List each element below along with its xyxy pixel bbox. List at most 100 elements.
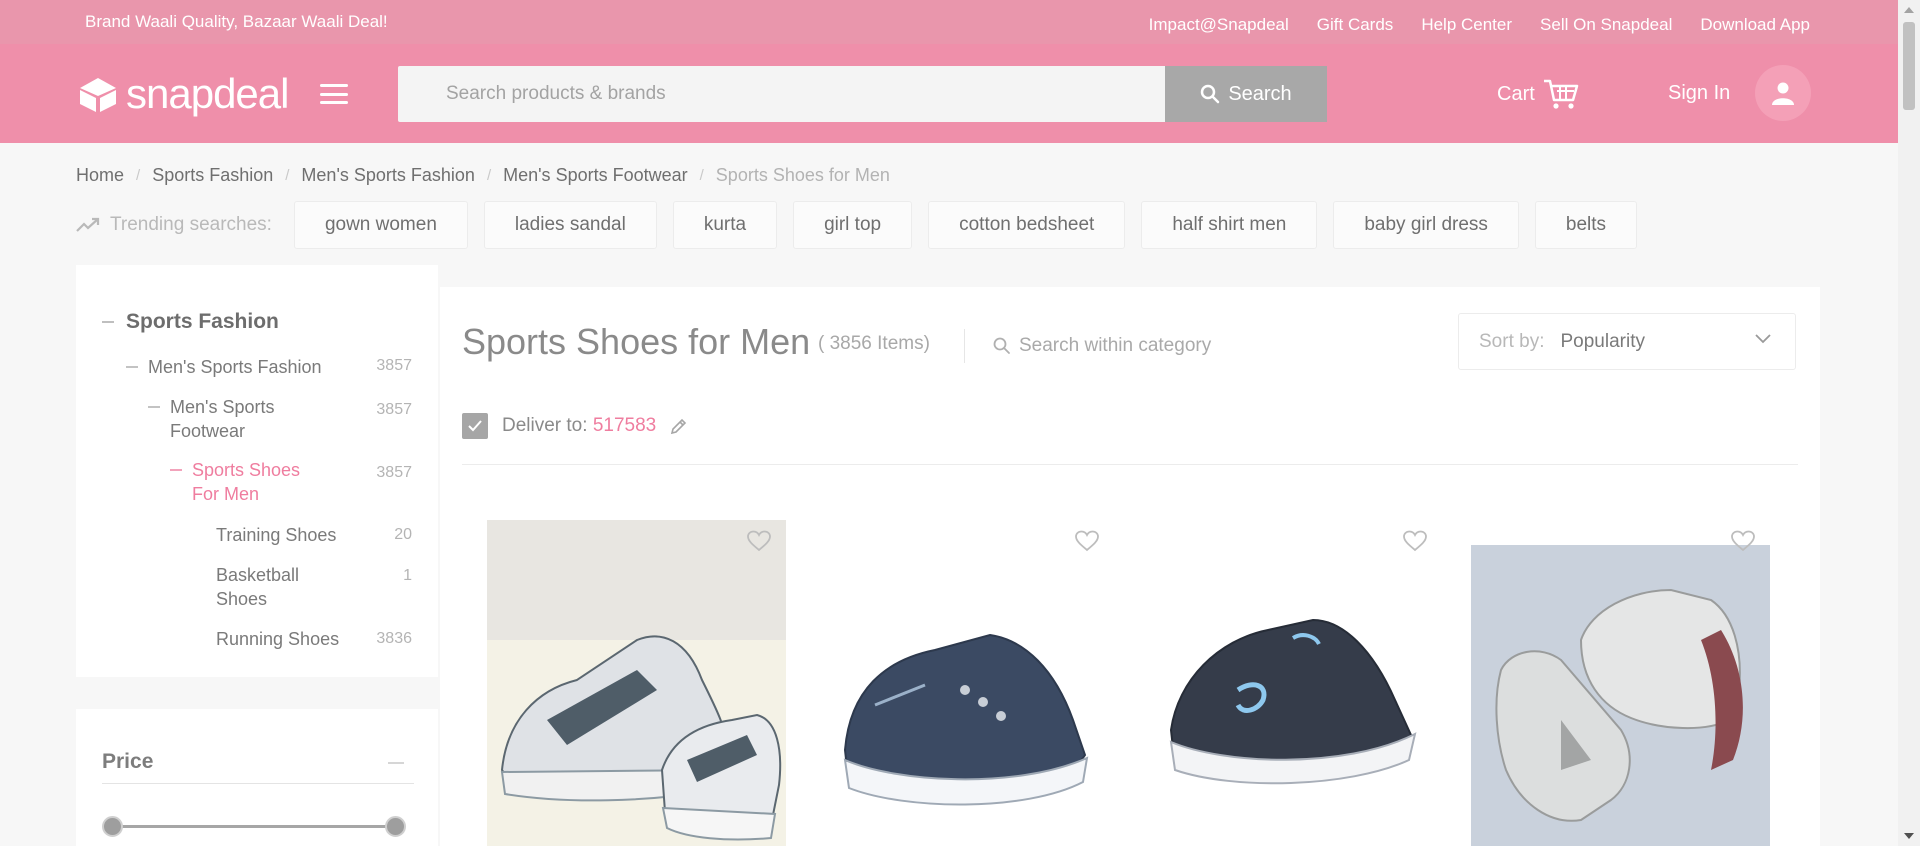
- trending-searches: Trending searches: gown women ladies san…: [76, 200, 1653, 250]
- divider: [462, 464, 1798, 465]
- breadcrumb-mens-sports-footwear[interactable]: Men's Sports Footwear: [503, 165, 688, 186]
- search-icon: [993, 337, 1010, 354]
- breadcrumb-current: Sports Shoes for Men: [715, 165, 890, 185]
- gift-cards-link[interactable]: Gift Cards: [1317, 15, 1394, 35]
- search-within-category[interactable]: Search within category: [993, 335, 1211, 357]
- help-center-link[interactable]: Help Center: [1421, 15, 1512, 35]
- trending-chip[interactable]: baby girl dress: [1333, 201, 1519, 249]
- search-icon: [1201, 84, 1220, 104]
- product-listing: Sports Shoes for Men ( 3856 Items) Searc…: [440, 287, 1820, 846]
- product-card[interactable]: [815, 520, 1114, 846]
- cart-icon: [1543, 79, 1579, 109]
- sort-value: Popularity: [1560, 330, 1645, 352]
- trending-chip[interactable]: girl top: [793, 201, 913, 249]
- check-icon: [468, 420, 482, 432]
- breadcrumb-separator: /: [285, 167, 290, 184]
- scroll-down-arrow-icon[interactable]: [1904, 833, 1914, 839]
- breadcrumb-separator: /: [486, 167, 492, 184]
- wishlist-heart-icon[interactable]: [1074, 530, 1100, 552]
- menu-icon[interactable]: [320, 84, 348, 104]
- search-button[interactable]: Search: [1165, 66, 1327, 122]
- product-card[interactable]: [487, 520, 786, 846]
- logo-text: snapdeal: [126, 70, 289, 117]
- trending-chip[interactable]: kurta: [672, 201, 778, 249]
- scrollbar-thumb[interactable]: [1903, 22, 1915, 110]
- breadcrumb-separator: /: [699, 167, 704, 184]
- product-image: [815, 520, 1114, 846]
- user-avatar[interactable]: [1755, 65, 1811, 121]
- logo[interactable]: snapdeal: [76, 70, 289, 117]
- product-image: [1143, 520, 1442, 846]
- filter-sidebar: Sports Fashion Men's Sports Fashion 3857…: [76, 265, 438, 846]
- impact-link[interactable]: Impact@Snapdeal: [1149, 15, 1289, 35]
- category-count: 20: [394, 526, 412, 543]
- category-running-shoes[interactable]: Running Shoes: [216, 627, 339, 651]
- price-slider-min-handle[interactable]: [102, 816, 123, 837]
- top-links: Impact@Snapdeal Gift Cards Help Center S…: [1149, 15, 1810, 35]
- divider: [964, 329, 965, 363]
- page-title: Sports Shoes for Men: [462, 321, 811, 362]
- user-icon: [1772, 82, 1794, 105]
- category-sports-shoes-for-men[interactable]: Sports Shoes For Men: [170, 458, 308, 506]
- breadcrumb: Home / Sports Fashion / Men's Sports Fas…: [76, 165, 890, 186]
- category-count: 3857: [376, 401, 412, 418]
- wishlist-heart-icon[interactable]: [1730, 530, 1756, 552]
- section-divider: [76, 677, 438, 709]
- pincode: 517583: [592, 415, 657, 436]
- product-card[interactable]: [1143, 520, 1442, 846]
- product-card[interactable]: [1471, 520, 1770, 846]
- divider: [102, 783, 414, 784]
- price-filter: Price: [76, 677, 438, 846]
- sort-dropdown[interactable]: Sort by: Popularity: [1458, 313, 1796, 370]
- category-mens-sports-fashion[interactable]: Men's Sports Fashion: [126, 355, 322, 379]
- category-basketball-shoes[interactable]: Basketball Shoes: [216, 563, 316, 611]
- collapse-icon: [148, 406, 160, 408]
- trending-chip[interactable]: cotton bedsheet: [928, 201, 1126, 249]
- breadcrumb-home[interactable]: Home: [76, 165, 124, 186]
- trending-chip[interactable]: half shirt men: [1141, 201, 1318, 249]
- wishlist-heart-icon[interactable]: [746, 530, 772, 552]
- collapse-icon[interactable]: [388, 762, 404, 764]
- item-count: ( 3856 Items): [818, 333, 930, 354]
- edit-pencil-icon[interactable]: [670, 417, 688, 435]
- category-training-shoes[interactable]: Training Shoes: [216, 523, 336, 547]
- collapse-icon: [170, 469, 182, 471]
- collapse-icon: [102, 321, 114, 323]
- snapdeal-logo-icon: [80, 78, 116, 112]
- price-slider-max-handle[interactable]: [385, 816, 406, 837]
- deliver-label: Deliver to: 517583: [502, 415, 657, 436]
- page-scrollbar[interactable]: [1898, 0, 1920, 846]
- product-image: [1471, 520, 1770, 846]
- price-slider-track[interactable]: [114, 825, 396, 828]
- category-root[interactable]: Sports Fashion: [102, 310, 279, 334]
- chevron-down-icon: [1755, 334, 1771, 344]
- category-mens-sports-footwear[interactable]: Men's Sports Footwear: [148, 395, 300, 443]
- deliver-to: Deliver to: 517583: [462, 413, 688, 439]
- sell-on-snapdeal-link[interactable]: Sell On Snapdeal: [1540, 15, 1672, 35]
- breadcrumb-separator: /: [136, 167, 141, 184]
- trending-chip[interactable]: gown women: [293, 201, 468, 249]
- download-app-link[interactable]: Download App: [1700, 15, 1810, 35]
- trending-chip[interactable]: ladies sandal: [483, 201, 657, 249]
- breadcrumb-sports-fashion[interactable]: Sports Fashion: [152, 165, 273, 186]
- category-count: 3857: [376, 464, 412, 481]
- sort-label: Sort by:: [1479, 330, 1545, 352]
- deliver-checkbox[interactable]: [462, 413, 488, 439]
- sign-in-link[interactable]: Sign In: [1668, 82, 1730, 105]
- cart-button[interactable]: Cart: [1497, 78, 1579, 110]
- price-title: Price: [102, 750, 154, 773]
- category-count: 1: [403, 567, 412, 584]
- trending-up-icon: [76, 217, 100, 232]
- top-strip: Brand Waali Quality, Bazaar Waali Deal! …: [0, 0, 1898, 44]
- category-count: 3836: [376, 630, 412, 647]
- scroll-up-arrow-icon[interactable]: [1904, 7, 1914, 13]
- search-input[interactable]: [398, 66, 1165, 122]
- search-button-label: Search: [1228, 82, 1292, 105]
- trending-label: Trending searches:: [76, 214, 272, 236]
- trending-chip[interactable]: belts: [1534, 201, 1638, 249]
- header: snapdeal Search Cart Sign In: [0, 44, 1898, 143]
- breadcrumb-mens-sports-fashion[interactable]: Men's Sports Fashion: [301, 165, 475, 186]
- wishlist-heart-icon[interactable]: [1402, 530, 1428, 552]
- cart-label: Cart: [1497, 82, 1535, 105]
- collapse-icon: [126, 366, 138, 368]
